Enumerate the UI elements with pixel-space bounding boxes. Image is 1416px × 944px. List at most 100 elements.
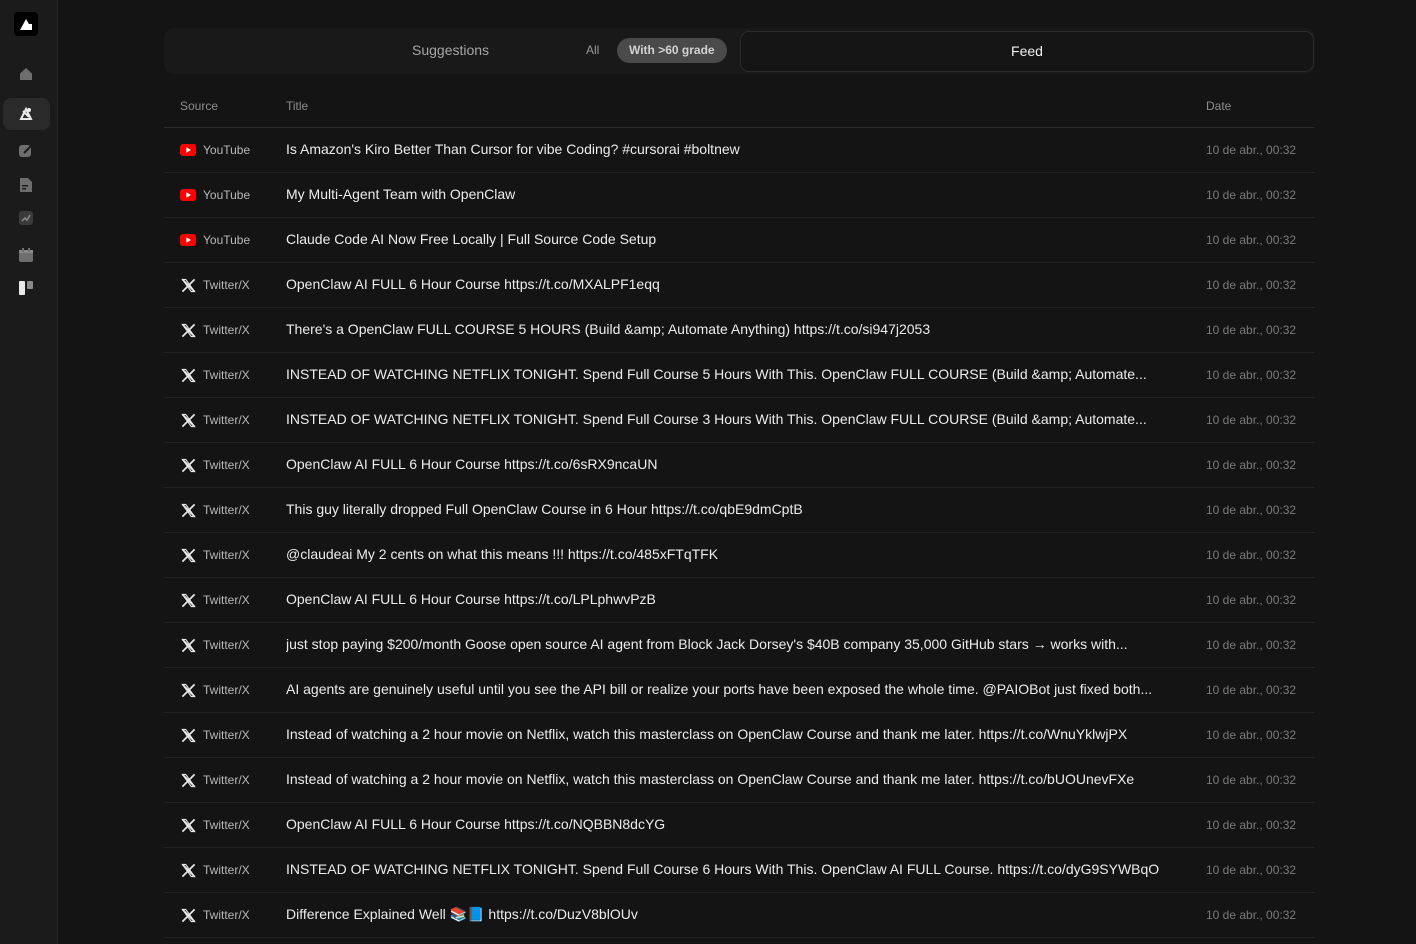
table-row[interactable]: Twitter/X There's a OpenClaw FULL COURSE …: [164, 308, 1315, 353]
view-toggle-bar: Suggestions All With >60 grade Feed: [164, 28, 1315, 74]
row-title[interactable]: just stop paying $200/month Goose open s…: [286, 636, 1170, 652]
table-row[interactable]: Twitter/X This guy literally dropped Full…: [164, 488, 1315, 533]
row-date: 10 de abr., 00:32: [1206, 143, 1297, 157]
row-title[interactable]: Is Amazon's Kiro Better Than Cursor for …: [286, 141, 1170, 157]
row-title[interactable]: INSTEAD OF WATCHING NETFLIX TONIGHT. Spe…: [286, 366, 1170, 382]
filter-grade-above-60[interactable]: With >60 grade: [617, 38, 727, 63]
source-name: Twitter/X: [203, 773, 250, 787]
table-row[interactable]: Twitter/X OpenClaw AI FULL 6 Hour Course …: [164, 443, 1315, 488]
sidebar: [0, 0, 58, 944]
row-date: 10 de abr., 00:32: [1206, 188, 1297, 202]
column-header-date[interactable]: Date: [1206, 99, 1231, 113]
row-title[interactable]: AI agents are genuinely useful until you…: [286, 681, 1170, 697]
row-date: 10 de abr., 00:32: [1206, 593, 1297, 607]
row-title[interactable]: @claudeai My 2 cents on what this means …: [286, 546, 1170, 562]
source-name: Twitter/X: [203, 593, 250, 607]
table-row[interactable]: Twitter/X INSTEAD OF WATCHING NETFLIX TON…: [164, 848, 1315, 893]
table-row[interactable]: Twitter/X OpenClaw AI FULL 6 Hour Course …: [164, 803, 1315, 848]
source-name: Twitter/X: [203, 863, 250, 877]
table-header: Source Title Date: [164, 92, 1315, 128]
x-icon: [180, 683, 196, 697]
column-header-title[interactable]: Title: [286, 99, 308, 113]
document-icon[interactable]: [18, 177, 34, 193]
row-title[interactable]: OpenClaw AI FULL 6 Hour Course https://t…: [286, 456, 1170, 472]
source-name: Twitter/X: [203, 368, 250, 382]
x-icon: [180, 548, 196, 562]
edit-icon[interactable]: [18, 143, 34, 159]
table-row[interactable]: YouTube My Multi-Agent Team with OpenClaw…: [164, 173, 1315, 218]
row-date: 10 de abr., 00:32: [1206, 728, 1297, 742]
source-name: Twitter/X: [203, 818, 250, 832]
row-title[interactable]: OpenClaw AI FULL 6 Hour Course https://t…: [286, 276, 1170, 292]
source-name: Twitter/X: [203, 638, 250, 652]
row-date: 10 de abr., 00:32: [1206, 323, 1297, 337]
x-icon: [180, 323, 196, 337]
row-title[interactable]: This guy literally dropped Full OpenClaw…: [286, 501, 1170, 517]
compass-icon[interactable]: [18, 106, 34, 122]
table-row[interactable]: YouTube Claude Code AI Now Free Locally |…: [164, 218, 1315, 263]
row-title[interactable]: OpenClaw AI FULL 6 Hour Course https://t…: [286, 591, 1170, 607]
x-icon: [180, 818, 196, 832]
app-logo-icon[interactable]: [14, 12, 38, 36]
table-row[interactable]: YouTube Is Amazon's Kiro Better Than Curs…: [164, 128, 1315, 173]
source-name: Twitter/X: [203, 458, 250, 472]
x-icon: [180, 773, 196, 787]
source-name: YouTube: [203, 188, 251, 202]
table-row[interactable]: Twitter/X INSTEAD OF WATCHING NETFLIX TON…: [164, 353, 1315, 398]
source-name: Twitter/X: [203, 548, 250, 562]
row-title[interactable]: Instead of watching a 2 hour movie on Ne…: [286, 771, 1170, 787]
youtube-icon: [180, 188, 196, 202]
filter-all[interactable]: All: [586, 43, 599, 57]
row-title[interactable]: My Multi-Agent Team with OpenClaw: [286, 186, 1170, 202]
tab-feed[interactable]: Feed: [740, 31, 1314, 72]
table-row[interactable]: Twitter/X Instead of watching a 2 hour mo…: [164, 713, 1315, 758]
row-date: 10 de abr., 00:32: [1206, 278, 1297, 292]
row-title[interactable]: OpenClaw AI FULL 6 Hour Course https://t…: [286, 816, 1170, 832]
x-icon: [180, 908, 196, 922]
row-date: 10 de abr., 00:32: [1206, 638, 1297, 652]
row-date: 10 de abr., 00:32: [1206, 548, 1297, 562]
calendar-icon[interactable]: [18, 247, 34, 263]
row-date: 10 de abr., 00:32: [1206, 863, 1297, 877]
row-date: 10 de abr., 00:32: [1206, 458, 1297, 472]
chart-icon[interactable]: [18, 210, 34, 226]
x-icon: [180, 368, 196, 382]
x-icon: [180, 593, 196, 607]
source-name: Twitter/X: [203, 278, 250, 292]
table-row[interactable]: Twitter/X Instead of watching a 2 hour mo…: [164, 758, 1315, 803]
row-date: 10 de abr., 00:32: [1206, 233, 1297, 247]
table-row[interactable]: Twitter/X just stop paying $200/month Goo…: [164, 623, 1315, 668]
row-date: 10 de abr., 00:32: [1206, 413, 1297, 427]
home-icon[interactable]: [18, 66, 34, 82]
source-name: Twitter/X: [203, 323, 250, 337]
x-icon: [180, 503, 196, 517]
row-title[interactable]: Instead of watching a 2 hour movie on Ne…: [286, 726, 1170, 742]
table-row[interactable]: Twitter/X INSTEAD OF WATCHING NETFLIX TON…: [164, 398, 1315, 443]
x-icon: [180, 278, 196, 292]
source-name: YouTube: [203, 143, 251, 157]
table-row[interactable]: Twitter/X AI agents are genuinely useful …: [164, 668, 1315, 713]
row-title[interactable]: There's a OpenClaw FULL COURSE 5 HOURS (…: [286, 321, 1170, 337]
row-date: 10 de abr., 00:32: [1206, 818, 1297, 832]
source-name: Twitter/X: [203, 728, 250, 742]
column-header-source[interactable]: Source: [180, 99, 218, 113]
youtube-icon: [180, 143, 196, 157]
table-row[interactable]: Twitter/X OpenClaw AI FULL 6 Hour Course …: [164, 578, 1315, 623]
table-row[interactable]: Twitter/X Difference Explained Well 📚📘 ht…: [164, 893, 1315, 938]
row-title[interactable]: INSTEAD OF WATCHING NETFLIX TONIGHT. Spe…: [286, 861, 1170, 877]
row-date: 10 de abr., 00:32: [1206, 503, 1297, 517]
x-icon: [180, 413, 196, 427]
x-icon: [180, 638, 196, 652]
table-row[interactable]: Twitter/X OpenClaw AI FULL 6 Hour Course …: [164, 263, 1315, 308]
row-title[interactable]: Claude Code AI Now Free Locally | Full S…: [286, 231, 1170, 247]
row-date: 10 de abr., 00:32: [1206, 908, 1297, 922]
feed-table: YouTube Is Amazon's Kiro Better Than Curs…: [164, 128, 1315, 938]
source-name: Twitter/X: [203, 683, 250, 697]
board-icon[interactable]: [18, 280, 34, 296]
table-row[interactable]: Twitter/X @claudeai My 2 cents on what th…: [164, 533, 1315, 578]
row-title[interactable]: INSTEAD OF WATCHING NETFLIX TONIGHT. Spe…: [286, 411, 1170, 427]
x-icon: [180, 863, 196, 877]
row-date: 10 de abr., 00:32: [1206, 683, 1297, 697]
tab-suggestions[interactable]: Suggestions: [412, 42, 489, 58]
row-title[interactable]: Difference Explained Well 📚📘 https://t.c…: [286, 906, 1170, 923]
